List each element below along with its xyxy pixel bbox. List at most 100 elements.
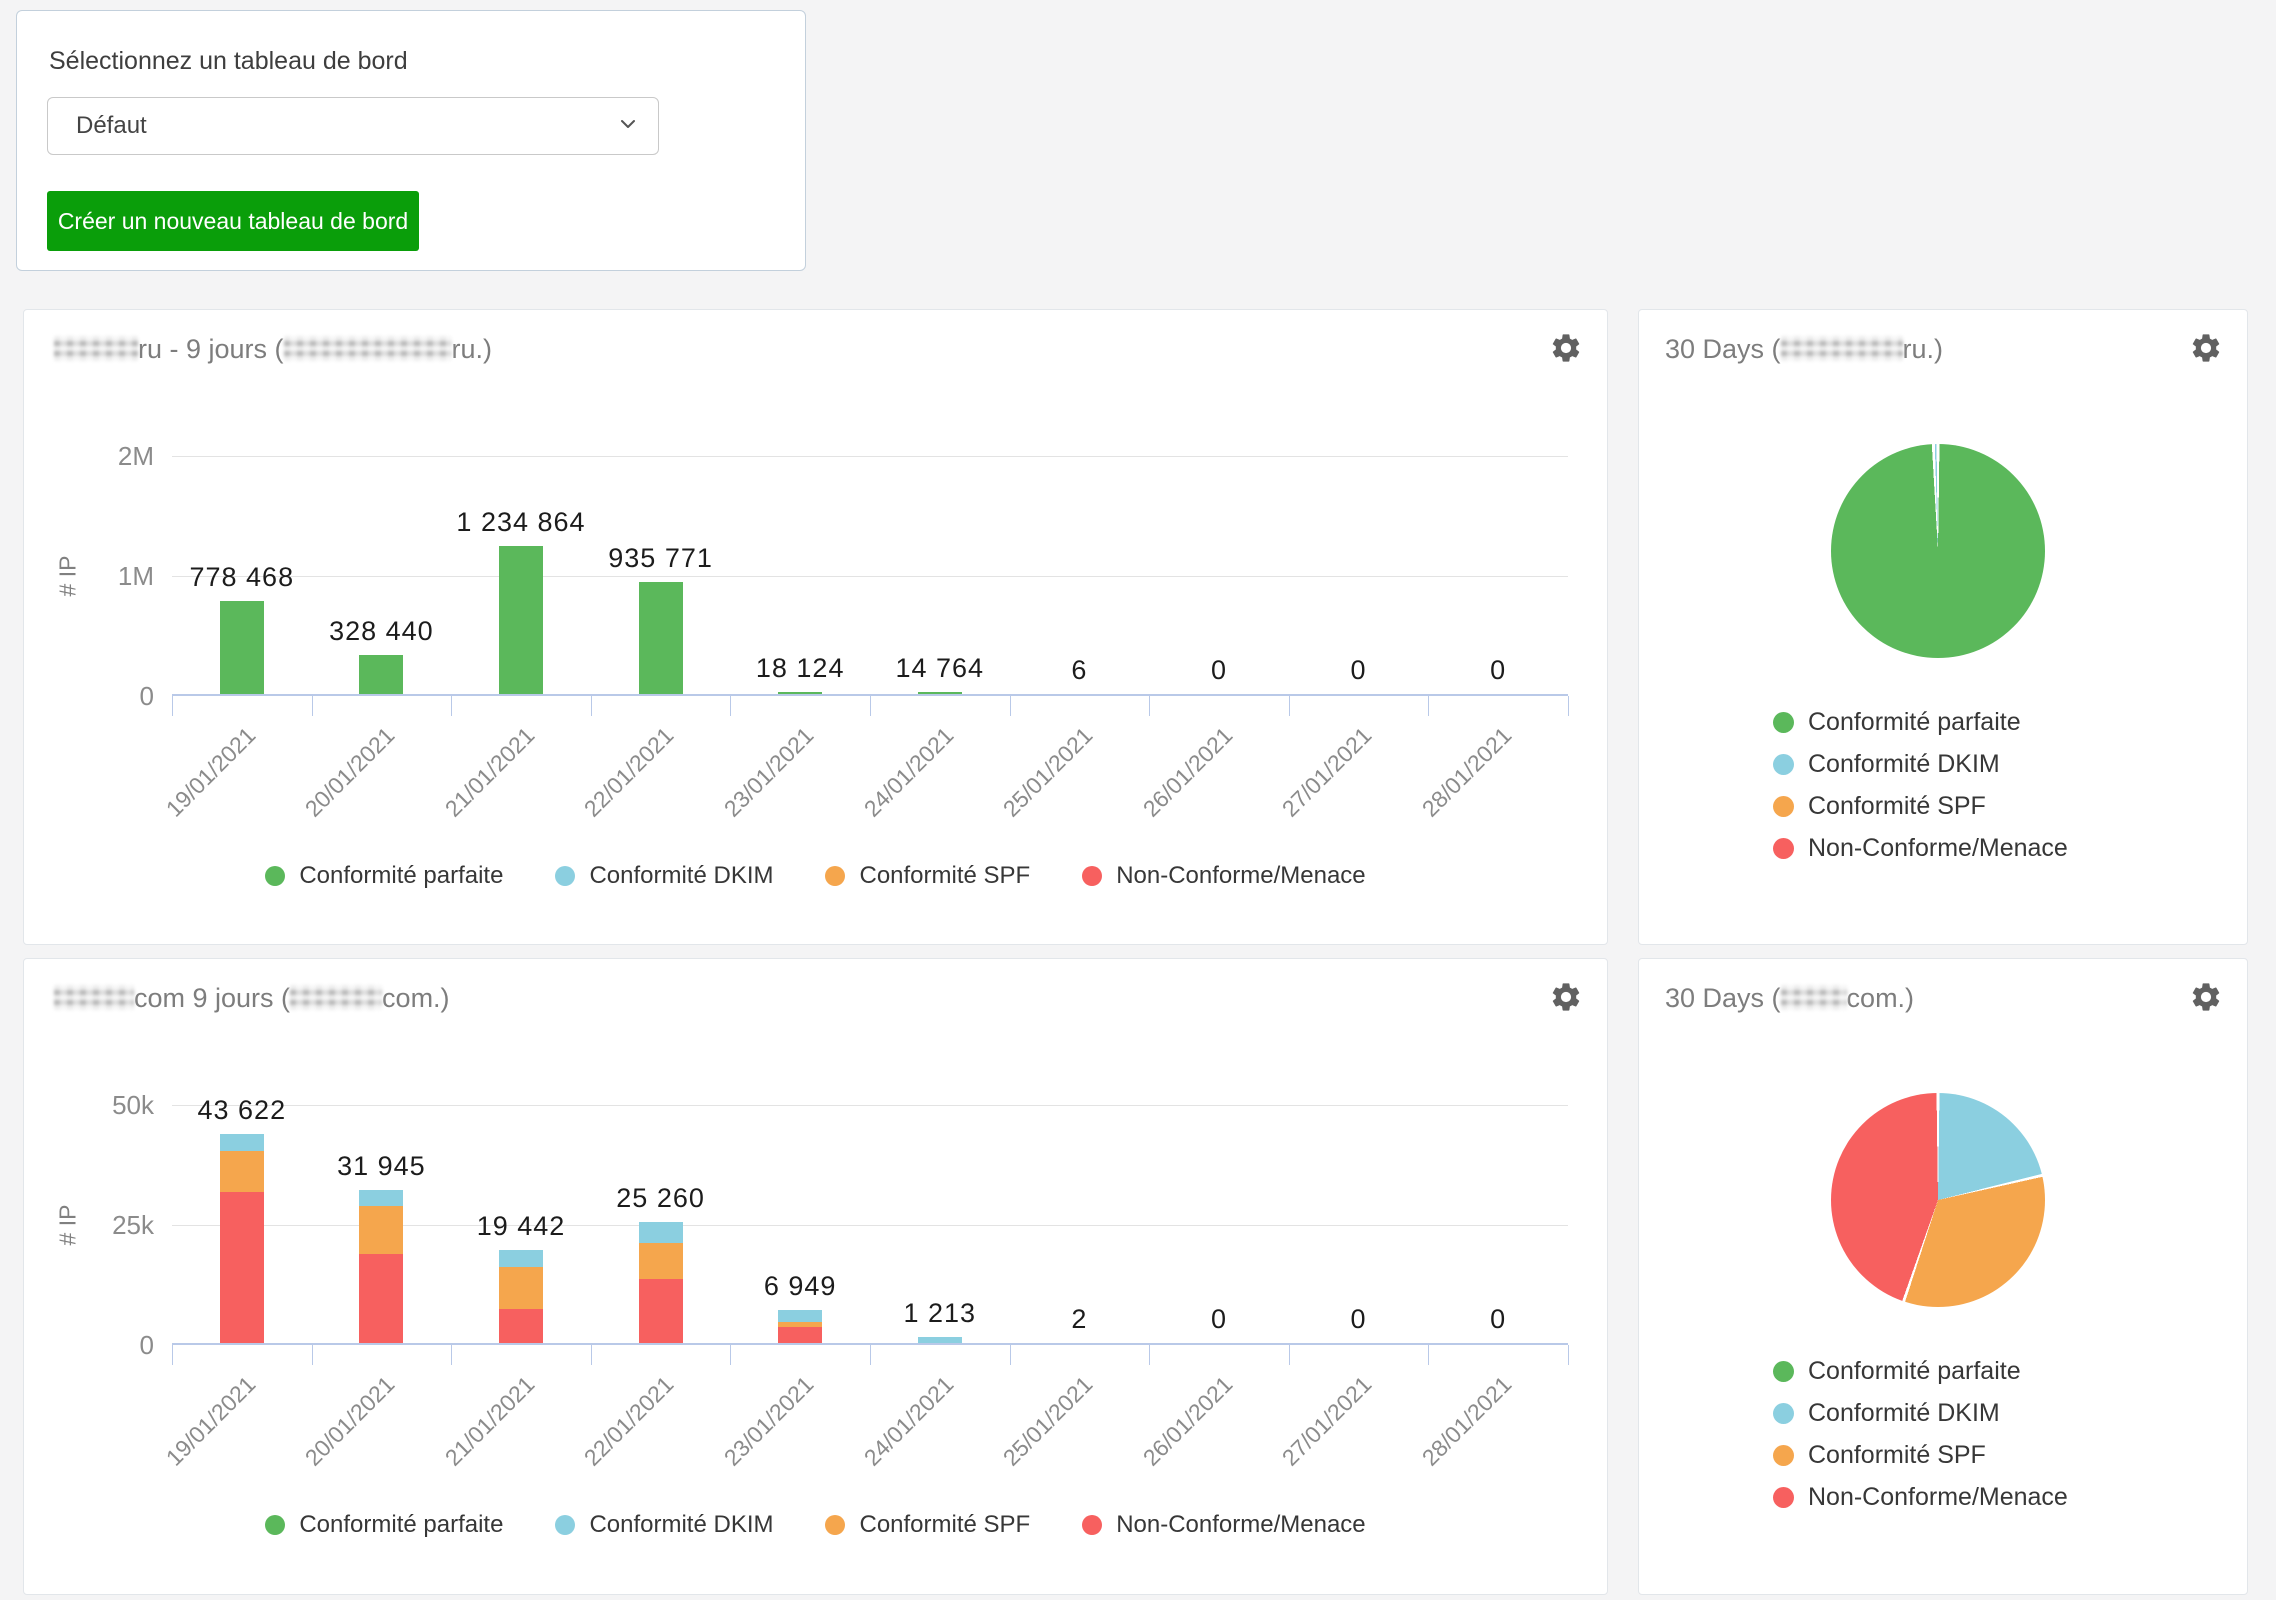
legend-item-conformit-spf[interactable]: Conformité SPF: [1773, 792, 2068, 821]
bar-segment-conformit-parfaite: [359, 655, 403, 694]
bar-slot: 028/01/2021: [1428, 456, 1568, 694]
stacked-bar: [778, 692, 822, 694]
legend-item-conformit-parfaite[interactable]: Conformité parfaite: [1773, 1357, 2068, 1386]
bar-segment-conformit-parfaite: [918, 692, 962, 694]
bar-slot: 027/01/2021: [1289, 1105, 1429, 1343]
redacted-domain: [284, 336, 452, 362]
x-axis-date-label: 26/01/2021: [1138, 1371, 1238, 1471]
bar-value-label: 31 945: [337, 1151, 426, 1182]
bar-chart-panel-com: com 9 jours (com.) 025k50k43 62219/01/20…: [23, 958, 1608, 1595]
settings-gear-icon: [2189, 331, 2223, 365]
bar-value-label: 0: [1211, 1304, 1227, 1335]
legend-item-conformit-dkim[interactable]: Conformité DKIM: [1773, 750, 2068, 779]
legend-dot: [1773, 796, 1794, 817]
legend-item-conformit-parfaite[interactable]: Conformité parfaite: [265, 862, 503, 890]
bar-value-label: 0: [1490, 655, 1506, 686]
x-axis-tick: [730, 1345, 731, 1365]
bar-value-label: 2: [1071, 1304, 1087, 1335]
x-axis-date-label: 28/01/2021: [1417, 1371, 1517, 1471]
x-axis-date-label: 21/01/2021: [440, 1371, 540, 1471]
legend-label: Non-Conforme/Menace: [1808, 834, 2068, 863]
x-axis-date-label: 27/01/2021: [1277, 1371, 1377, 1471]
bar-slot: 026/01/2021: [1149, 1105, 1289, 1343]
bar-segment-conformit-spf: [220, 1151, 264, 1192]
legend-item-conformit-parfaite[interactable]: Conformité parfaite: [1773, 708, 2068, 737]
bar-value-label: 935 771: [608, 543, 713, 574]
dashboard-select[interactable]: Défaut: [47, 97, 659, 155]
panel-title-text: ru.): [1903, 334, 1944, 364]
y-axis-title: # IP: [55, 556, 82, 597]
legend-dot: [825, 866, 845, 886]
legend-item-conformit-spf[interactable]: Conformité SPF: [1773, 1441, 2068, 1470]
x-axis-date-label: 28/01/2021: [1417, 722, 1517, 822]
bar-segment-conformit-dkim: [359, 1190, 403, 1206]
legend-item-conformit-dkim[interactable]: Conformité DKIM: [1773, 1399, 2068, 1428]
x-axis-date-label: 26/01/2021: [1138, 722, 1238, 822]
x-axis-tick: [312, 1345, 313, 1365]
bar-slot: 43 62219/01/2021: [172, 1105, 312, 1343]
stacked-bar: [778, 1310, 822, 1343]
legend-label: Conformité SPF: [1808, 1441, 1986, 1470]
legend-label: Conformité SPF: [1808, 792, 1986, 821]
redacted-domain: [1781, 985, 1847, 1011]
y-axis-tick-label: 2M: [64, 441, 154, 472]
bar-chart-ru: 01M2M778 46819/01/2021328 44020/01/20211…: [172, 456, 1568, 696]
x-axis-tick: [1428, 1345, 1429, 1365]
bar-slot: 1 21324/01/2021: [870, 1105, 1010, 1343]
create-dashboard-button[interactable]: Créer un nouveau tableau de bord: [47, 191, 419, 251]
x-axis-date-label: 23/01/2021: [719, 1371, 819, 1471]
bar-value-label: 0: [1211, 655, 1227, 686]
legend-item-conformit-spf[interactable]: Conformité SPF: [825, 862, 1030, 890]
bar-value-label: 0: [1490, 1304, 1506, 1335]
plot-slots: 43 62219/01/202131 94520/01/202119 44221…: [172, 1105, 1568, 1345]
x-axis-date-label: 24/01/2021: [858, 1371, 958, 1471]
x-axis-date-label: 23/01/2021: [719, 722, 819, 822]
stacked-bar: [639, 1222, 683, 1343]
bar-slot: 027/01/2021: [1289, 456, 1429, 694]
stacked-bar: [359, 1190, 403, 1343]
legend-item-conformit-spf[interactable]: Conformité SPF: [825, 1511, 1030, 1539]
panel-title-text: com.): [382, 983, 450, 1013]
legend-item-non-conforme-menace[interactable]: Non-Conforme/Menace: [1082, 1511, 1365, 1539]
legend-dot: [1773, 838, 1794, 859]
y-axis-tick-label: 0: [64, 1330, 154, 1361]
x-axis-tick: [1010, 1345, 1011, 1365]
pie-chart-com: [1831, 1093, 2045, 1307]
legend-item-conformit-dkim[interactable]: Conformité DKIM: [555, 1511, 773, 1539]
pie-chart-ru: [1831, 444, 2045, 658]
panel-title-text: com 9 jours (: [134, 983, 290, 1013]
legend-item-non-conforme-menace[interactable]: Non-Conforme/Menace: [1773, 834, 2068, 863]
bar-value-label: 778 468: [189, 562, 294, 593]
bar-segment-conformit-dkim: [499, 1250, 543, 1267]
legend-item-conformit-parfaite[interactable]: Conformité parfaite: [265, 1511, 503, 1539]
x-axis-date-label: 27/01/2021: [1277, 722, 1377, 822]
bar-value-label: 0: [1351, 655, 1367, 686]
x-axis-tick: [1289, 1345, 1290, 1365]
plot-slots: 778 46819/01/2021328 44020/01/20211 234 …: [172, 456, 1568, 696]
panel-settings-button[interactable]: [2189, 979, 2225, 1015]
x-axis-tick: [1149, 696, 1150, 716]
bar-slot: 1 234 86421/01/2021: [451, 456, 591, 694]
dashboard-select-value: Défaut: [76, 112, 147, 140]
bar-slot: 625/01/2021: [1010, 456, 1150, 694]
legend-item-non-conforme-menace[interactable]: Non-Conforme/Menace: [1773, 1483, 2068, 1512]
bar-slot: 6 94923/01/2021: [730, 1105, 870, 1343]
panel-title: ru - 9 jours (ru.): [54, 334, 492, 365]
panel-settings-button[interactable]: [1549, 330, 1585, 366]
legend-dot: [265, 1515, 285, 1535]
bar-segment-conformit-parfaite: [499, 546, 543, 694]
legend-label: Conformité DKIM: [589, 1511, 773, 1539]
legend-item-conformit-dkim[interactable]: Conformité DKIM: [555, 862, 773, 890]
redacted-domain: [54, 985, 134, 1011]
x-axis-tick: [870, 1345, 871, 1365]
legend-item-non-conforme-menace[interactable]: Non-Conforme/Menace: [1082, 862, 1365, 890]
panel-settings-button[interactable]: [1549, 979, 1585, 1015]
legend-dot: [1773, 1361, 1794, 1382]
stacked-bar: [639, 582, 683, 694]
legend-label: Non-Conforme/Menace: [1808, 1483, 2068, 1512]
panel-settings-button[interactable]: [2189, 330, 2225, 366]
x-axis-tick: [1149, 1345, 1150, 1365]
bar-value-label: 18 124: [756, 653, 845, 684]
stacked-bar: [220, 1134, 264, 1343]
bar-segment-non-conforme-menace: [499, 1309, 543, 1343]
